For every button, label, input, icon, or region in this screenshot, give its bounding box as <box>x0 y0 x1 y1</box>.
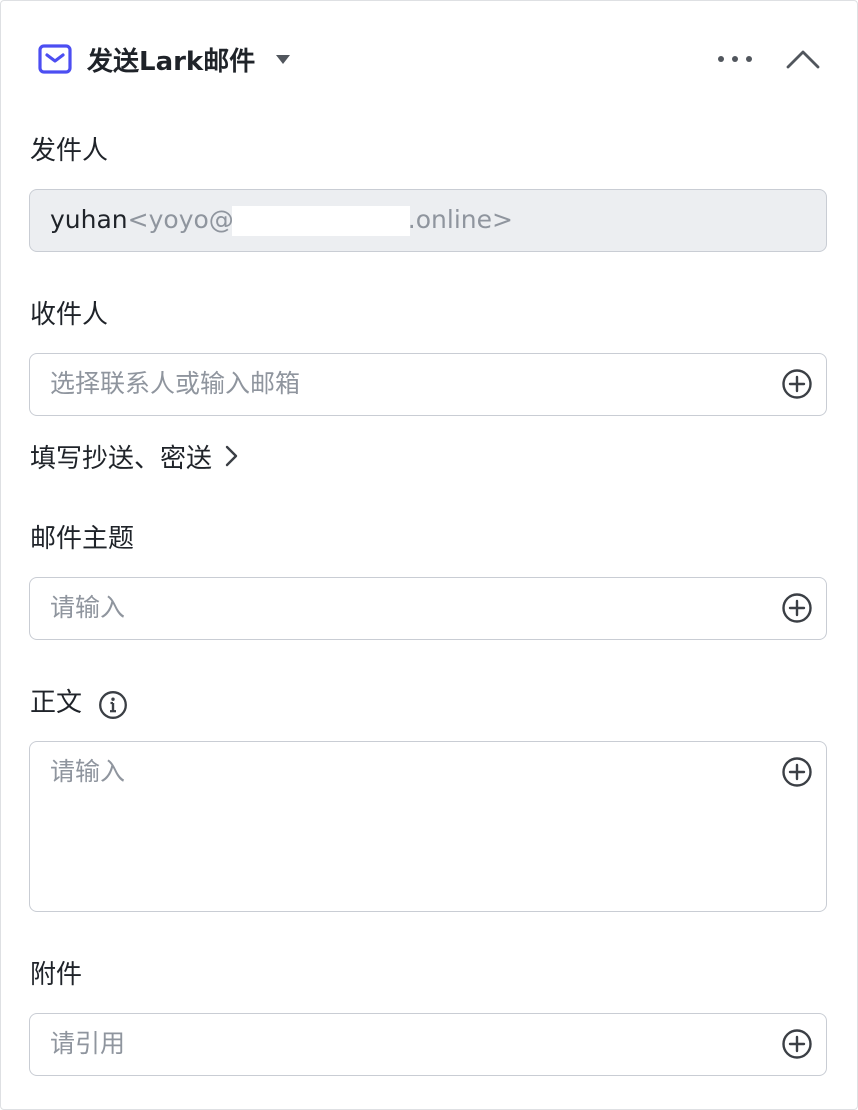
subject-label: 邮件主题 <box>30 524 135 554</box>
sender-field: yuhan<yoyo@ .online> <box>29 189 827 252</box>
mail-icon <box>37 41 73 77</box>
cc-bcc-link[interactable]: 填写抄送、密送 <box>30 438 238 474</box>
attachment-placeholder: 请引用 <box>50 1029 126 1058</box>
sender-email-prefix: <yoyo@ <box>127 205 234 234</box>
recipient-label: 收件人 <box>30 300 109 330</box>
add-circle-icon[interactable] <box>780 591 814 625</box>
subject-placeholder: 请输入 <box>50 593 126 622</box>
info-icon[interactable] <box>97 689 129 721</box>
chevron-right-icon <box>224 444 238 468</box>
body-field[interactable]: 请输入 <box>29 741 827 912</box>
sender-value: yuhan<yoyo@ .online> <box>50 204 513 236</box>
recipient-placeholder: 选择联系人或输入邮箱 <box>50 369 301 398</box>
body-placeholder: 请输入 <box>50 757 126 786</box>
panel-header: 发送Lark邮件 <box>37 41 293 77</box>
body-label: 正文 <box>30 688 83 718</box>
chevron-up-icon[interactable] <box>783 41 823 77</box>
send-email-node-panel: 发送Lark邮件 发件人 yuhan<yoyo@ .online> 收件人 选择联… <box>0 0 858 1110</box>
attachment-field[interactable]: 请引用 <box>29 1013 827 1076</box>
caret-down-icon[interactable] <box>273 49 293 69</box>
cc-bcc-label: 填写抄送、密送 <box>30 443 213 474</box>
add-circle-icon[interactable] <box>780 1027 814 1061</box>
sender-name: yuhan <box>50 205 128 234</box>
attachment-label: 附件 <box>30 960 83 990</box>
subject-field[interactable]: 请输入 <box>29 577 827 640</box>
add-circle-icon[interactable] <box>780 755 814 789</box>
recipient-field[interactable]: 选择联系人或输入邮箱 <box>29 353 827 416</box>
more-icon[interactable] <box>713 43 757 75</box>
add-circle-icon[interactable] <box>780 367 814 401</box>
redacted-area <box>231 206 410 236</box>
sender-email-suffix: .online> <box>407 205 513 234</box>
panel-title: 发送Lark邮件 <box>87 46 256 77</box>
sender-label: 发件人 <box>30 136 109 166</box>
